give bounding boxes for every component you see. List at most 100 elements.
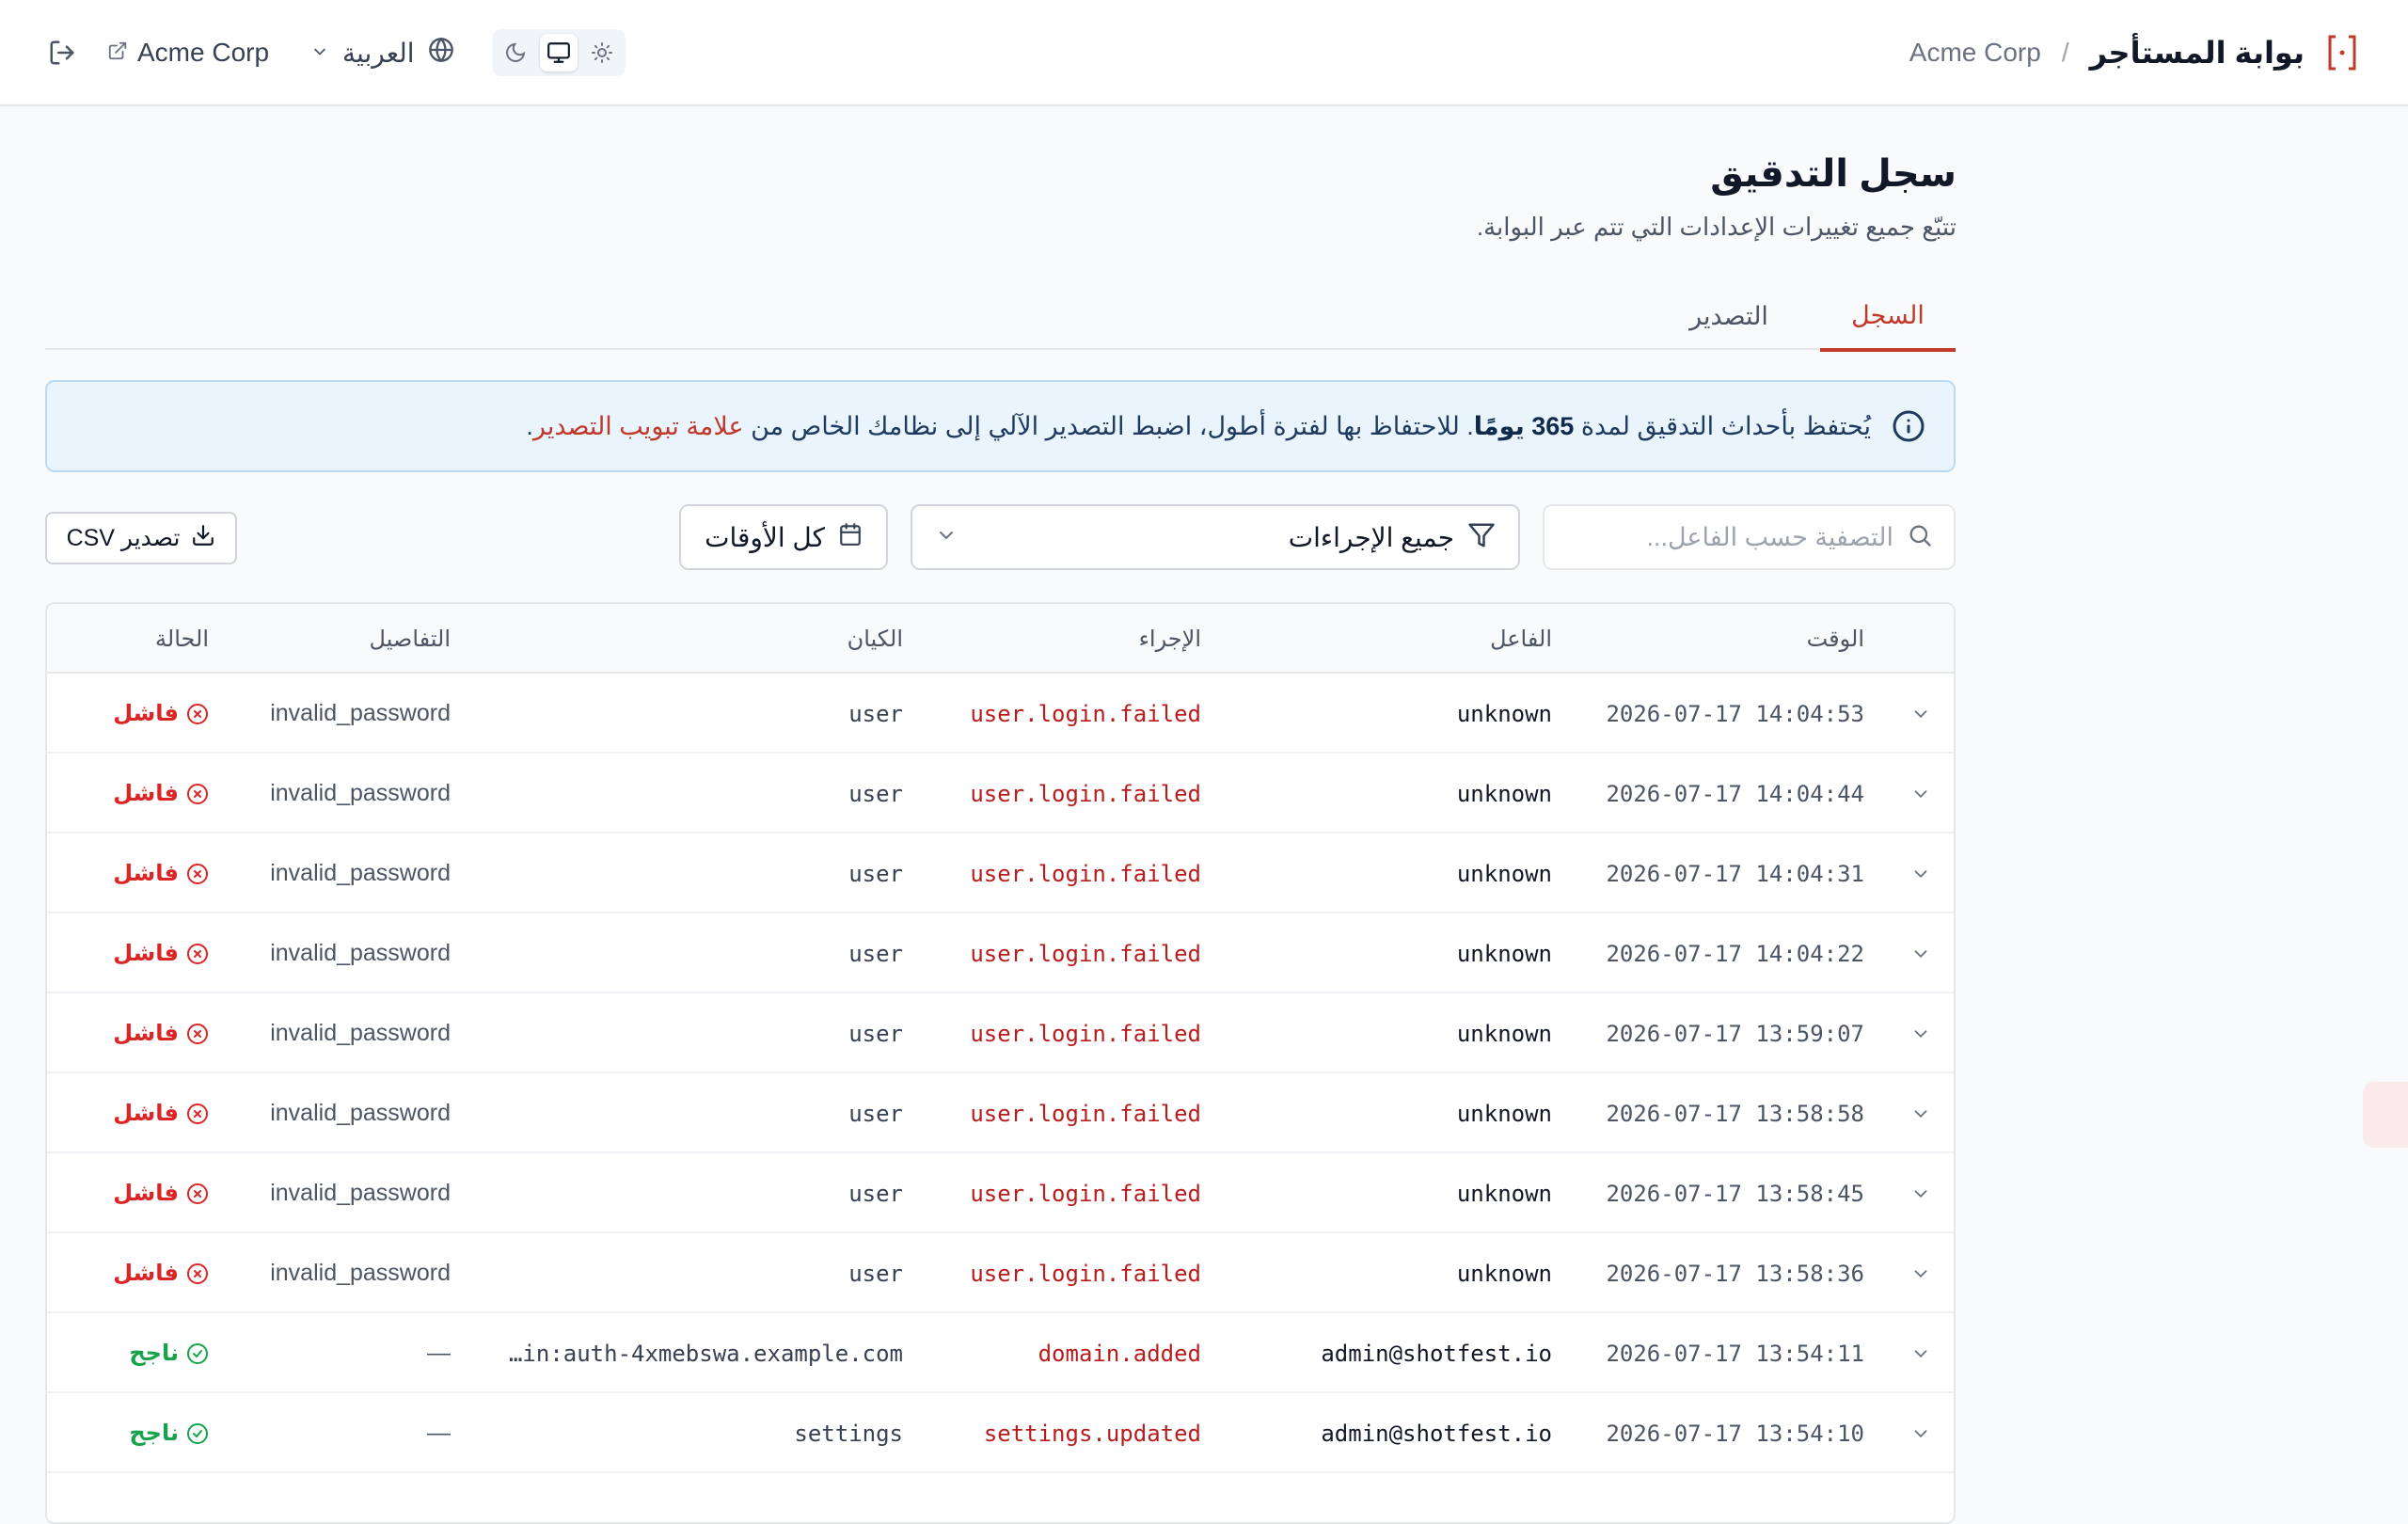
table-row[interactable]: 2026-07-17 13:58:36 unknown user.login.fai… bbox=[47, 1233, 1954, 1313]
language-label: العربية bbox=[342, 38, 415, 68]
table-row[interactable]: 2026-07-17 14:04:31 unknown user.login.fai… bbox=[47, 833, 1954, 913]
row-details: invalid_password bbox=[270, 700, 451, 726]
expand-row-chevron-icon[interactable] bbox=[1907, 1073, 1935, 1153]
row-time: 2026-07-17 14:04:22 bbox=[1606, 940, 1864, 967]
x-circle-icon bbox=[186, 863, 209, 885]
expand-row-chevron-icon[interactable] bbox=[1907, 993, 1935, 1073]
export-tab-link[interactable]: علامة تبويب التصدير bbox=[533, 412, 744, 440]
column-header-status: الحالة bbox=[155, 626, 209, 652]
row-actor: unknown bbox=[1456, 1100, 1552, 1127]
row-status: فاشل bbox=[113, 993, 209, 1073]
table-row[interactable]: 2026-07-17 13:59:07 unknown user.login.fai… bbox=[47, 993, 1954, 1073]
time-range-button[interactable]: كل الأوقات bbox=[679, 504, 888, 570]
row-time: 2026-07-17 14:04:31 bbox=[1606, 860, 1864, 887]
row-details: — bbox=[427, 1420, 451, 1446]
row-time: 2026-07-17 13:54:10 bbox=[1606, 1420, 1864, 1447]
tenant-external-link[interactable]: Acme Corp bbox=[107, 38, 269, 68]
portal-title: بوابة المستأجر bbox=[2089, 36, 2305, 70]
row-actor: unknown bbox=[1456, 940, 1552, 967]
page-subtitle: تتبّع جميع تغييرات الإعدادات التي تتم عب… bbox=[1476, 213, 1956, 241]
row-actor: unknown bbox=[1456, 1260, 1552, 1287]
table-row[interactable]: 2026-07-17 14:04:22 unknown user.login.fai… bbox=[47, 913, 1954, 993]
breadcrumb-tenant[interactable]: Acme Corp bbox=[1909, 38, 2041, 68]
system-theme-monitor-icon[interactable] bbox=[539, 34, 578, 71]
row-entity: user bbox=[848, 700, 903, 727]
table-row[interactable]: 2026-07-17 13:54:11 admin@shotfest.io doma… bbox=[47, 1313, 1954, 1393]
expand-row-chevron-icon[interactable] bbox=[1907, 1313, 1935, 1393]
row-entity: …in:auth-4xmebswa.example.com bbox=[508, 1340, 903, 1367]
x-circle-icon bbox=[186, 1262, 209, 1285]
side-drawer-tab[interactable] bbox=[2363, 1082, 2408, 1148]
row-actor: admin@shotfest.io bbox=[1321, 1420, 1552, 1447]
banner-text: يُحتفظ بأحداث التدقيق لمدة 365 يومًا. لل… bbox=[526, 412, 1871, 441]
table-row[interactable]: 2026-07-17 13:58:45 unknown user.login.fai… bbox=[47, 1153, 1954, 1233]
light-theme-sun-icon[interactable] bbox=[583, 34, 621, 71]
expand-row-chevron-icon[interactable] bbox=[1907, 1393, 1935, 1473]
table-row[interactable]: 2026-07-17 14:04:53 unknown user.login.fai… bbox=[47, 674, 1954, 754]
row-status: فاشل bbox=[113, 674, 209, 754]
table-header: الوقت الفاعل الإجراء الكيان التفاصيل الح… bbox=[47, 604, 1954, 674]
banner-retention-period: 365 يومًا bbox=[1473, 411, 1575, 440]
row-time: 2026-07-17 14:04:44 bbox=[1606, 780, 1864, 807]
tab-log[interactable]: السجل bbox=[1820, 282, 1956, 352]
row-entity: user bbox=[848, 1100, 903, 1127]
actor-search-input[interactable] bbox=[1574, 522, 1893, 552]
filter-funnel-icon bbox=[1467, 521, 1496, 554]
check-circle-icon bbox=[186, 1342, 209, 1365]
row-status: ناجح bbox=[129, 1313, 209, 1393]
row-status-label: فاشل bbox=[113, 941, 179, 966]
row-entity: user bbox=[848, 860, 903, 887]
table-row[interactable]: 2026-07-17 13:58:58 unknown user.login.fai… bbox=[47, 1073, 1954, 1153]
calendar-icon bbox=[838, 522, 863, 553]
row-status-label: فاشل bbox=[113, 781, 179, 806]
row-time: 2026-07-17 13:58:36 bbox=[1606, 1260, 1864, 1287]
info-icon bbox=[1890, 408, 1925, 444]
row-actor: unknown bbox=[1456, 860, 1552, 887]
audit-log-table: الوقت الفاعل الإجراء الكيان التفاصيل الح… bbox=[45, 602, 1956, 1524]
row-status-label: فاشل bbox=[113, 1261, 179, 1286]
banner-suffix: . bbox=[526, 411, 533, 440]
expand-row-chevron-icon[interactable] bbox=[1907, 833, 1935, 913]
action-filter-label: جميع الإجراءات bbox=[1288, 522, 1454, 552]
row-entity: user bbox=[848, 1020, 903, 1047]
top-bar: بوابة المستأجر / Acme Corp Acme Corp الع… bbox=[0, 0, 2408, 106]
row-status-label: ناجح bbox=[129, 1341, 179, 1366]
row-details: invalid_password bbox=[270, 1260, 451, 1286]
row-time: 2026-07-17 13:54:11 bbox=[1606, 1340, 1864, 1367]
expand-row-chevron-icon[interactable] bbox=[1907, 913, 1935, 993]
expand-row-chevron-icon[interactable] bbox=[1907, 1153, 1935, 1233]
table-row[interactable]: 2026-07-17 14:04:44 unknown user.login.fai… bbox=[47, 754, 1954, 833]
row-status-label: فاشل bbox=[113, 1181, 179, 1206]
table-row[interactable]: 2026-07-17 13:54:10 admin@shotfest.io sett… bbox=[47, 1393, 1954, 1473]
row-time: 2026-07-17 13:59:07 bbox=[1606, 1020, 1864, 1047]
row-action: user.login.failed bbox=[970, 1100, 1201, 1127]
row-status: ناجح bbox=[129, 1393, 209, 1473]
row-action: user.login.failed bbox=[970, 1260, 1201, 1287]
breadcrumb-separator: / bbox=[2061, 38, 2069, 67]
row-time: 2026-07-17 14:04:53 bbox=[1606, 700, 1864, 727]
x-circle-icon bbox=[186, 943, 209, 965]
search-icon bbox=[1907, 522, 1933, 553]
expand-row-chevron-icon[interactable] bbox=[1907, 1233, 1935, 1313]
row-status-label: فاشل bbox=[113, 1021, 179, 1046]
page-title: سجل التدقيق bbox=[1710, 153, 1956, 195]
export-csv-button[interactable]: تصدير CSV bbox=[45, 512, 237, 564]
action-filter-select[interactable]: جميع الإجراءات bbox=[911, 504, 1520, 570]
row-details: — bbox=[427, 1340, 451, 1366]
row-status: فاشل bbox=[113, 913, 209, 993]
x-circle-icon bbox=[186, 1103, 209, 1125]
logout-icon[interactable] bbox=[45, 36, 79, 70]
row-action: settings.updated bbox=[983, 1420, 1201, 1447]
row-entity: user bbox=[848, 780, 903, 807]
dark-theme-moon-icon[interactable] bbox=[497, 34, 534, 71]
retention-info-banner: يُحتفظ بأحداث التدقيق لمدة 365 يومًا. لل… bbox=[45, 380, 1956, 472]
check-circle-icon bbox=[186, 1422, 209, 1445]
expand-row-chevron-icon[interactable] bbox=[1907, 754, 1935, 833]
language-select[interactable]: العربية bbox=[310, 37, 454, 70]
export-csv-label: تصدير CSV bbox=[66, 525, 181, 551]
tab-export[interactable]: التصدير bbox=[1668, 282, 1790, 350]
row-actor: unknown bbox=[1456, 1180, 1552, 1207]
expand-row-chevron-icon[interactable] bbox=[1907, 674, 1935, 754]
row-time: 2026-07-17 13:58:45 bbox=[1606, 1180, 1864, 1207]
row-action: user.login.failed bbox=[970, 700, 1201, 727]
